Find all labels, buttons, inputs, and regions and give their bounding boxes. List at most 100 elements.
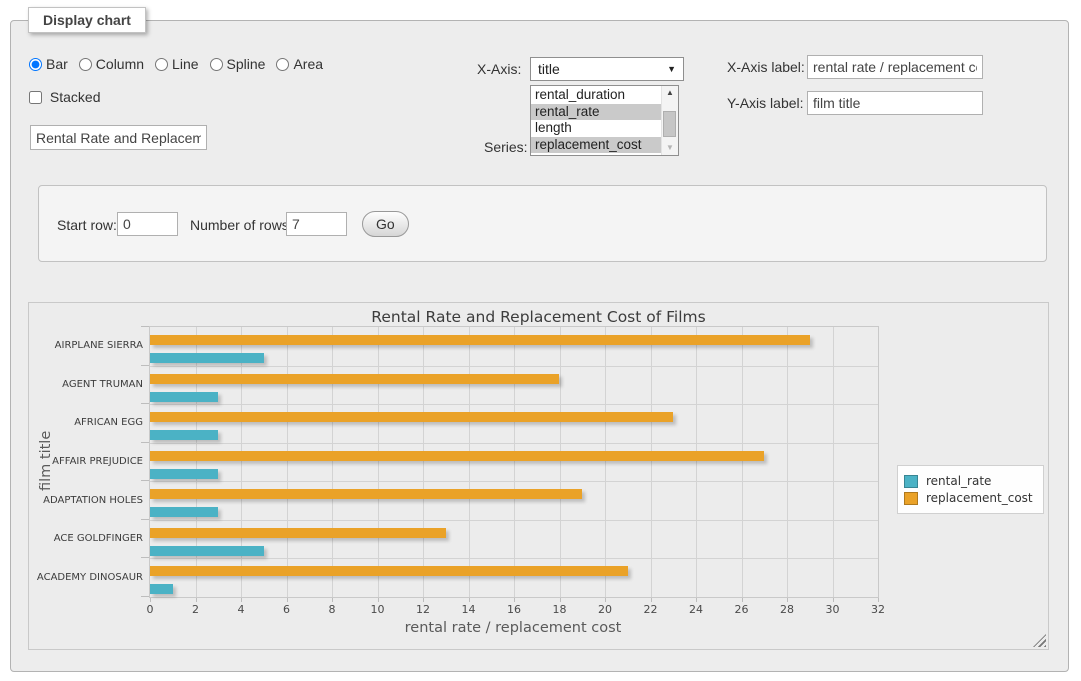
y-axis-tick: [141, 596, 149, 597]
bar-rental_rate: [150, 392, 218, 402]
gridline-vertical: [287, 327, 288, 597]
gridline-horizontal: [150, 366, 878, 367]
start-row-input[interactable]: [117, 212, 178, 236]
y-axis-tick-label: ACE GOLDFINGER: [29, 533, 143, 544]
series-listbox[interactable]: rental_durationrental_ratelengthreplacem…: [530, 85, 679, 156]
x-axis-tick-label: 18: [545, 603, 575, 616]
x-axis-select[interactable]: title ▼: [530, 57, 684, 81]
chart-type-radio-line[interactable]: [155, 58, 168, 71]
bar-replacement_cost: [150, 566, 628, 576]
x-axis-tick: [878, 598, 879, 602]
x-axis-tick: [696, 598, 697, 602]
stacked-checkbox[interactable]: [29, 91, 42, 104]
chart-type-option-area[interactable]: Area: [276, 56, 323, 72]
y-axis-label-input[interactable]: [807, 91, 983, 115]
x-axis-tick-label: 16: [499, 603, 529, 616]
chart-type-option-label: Column: [96, 56, 144, 72]
bar-replacement_cost: [150, 528, 446, 538]
chart-type-option-label: Bar: [46, 56, 68, 72]
chart-type-option-column[interactable]: Column: [79, 56, 144, 72]
stacked-option: Stacked: [29, 89, 100, 105]
x-axis-label-caption: X-Axis label:: [727, 59, 805, 75]
y-axis-tick-label: ACADEMY DINOSAUR: [29, 572, 143, 583]
x-axis-tick: [833, 598, 834, 602]
y-axis-tick: [141, 557, 149, 558]
y-axis-tick-label: ADAPTATION HOLES: [29, 495, 143, 506]
x-axis-tick-label: 30: [818, 603, 848, 616]
gridline-horizontal: [150, 481, 878, 482]
x-axis-tick-label: 22: [636, 603, 666, 616]
page: Display chart BarColumnLineSplineArea St…: [0, 0, 1081, 681]
chart-type-radio-bar[interactable]: [29, 58, 42, 71]
legend-swatch-replacement_cost: [904, 492, 918, 505]
chart-type-radio-column[interactable]: [79, 58, 92, 71]
gridline-vertical: [241, 327, 242, 597]
chart-title-input[interactable]: [30, 125, 207, 150]
series-option-rental_duration[interactable]: rental_duration: [531, 87, 662, 104]
chart-type-radio-area[interactable]: [276, 58, 289, 71]
scrollbar-thumb[interactable]: [663, 111, 676, 137]
chart-type-option-label: Area: [293, 56, 323, 72]
x-axis-tick-label: 4: [226, 603, 256, 616]
x-axis-select-label: X-Axis:: [477, 61, 521, 77]
stacked-checkbox-label[interactable]: Stacked: [29, 89, 100, 105]
x-axis-tick: [469, 598, 470, 602]
bar-replacement_cost: [150, 374, 559, 384]
gridline-horizontal: [150, 558, 878, 559]
x-axis-tick-label: 24: [681, 603, 711, 616]
number-of-rows-input[interactable]: [286, 212, 347, 236]
y-axis-tick: [141, 519, 149, 520]
resize-handle-icon[interactable]: [1033, 634, 1046, 647]
x-axis-tick: [605, 598, 606, 602]
x-axis-tick-label: 14: [454, 603, 484, 616]
legend-label: replacement_cost: [926, 491, 1033, 505]
x-axis-tick-label: 26: [727, 603, 757, 616]
bar-rental_rate: [150, 353, 264, 363]
bar-replacement_cost: [150, 451, 764, 461]
gridline-vertical: [196, 327, 197, 597]
x-axis-tick-label: 12: [408, 603, 438, 616]
bar-replacement_cost: [150, 412, 673, 422]
series-option-replacement_cost[interactable]: replacement_cost: [531, 137, 662, 154]
gridline-vertical: [651, 327, 652, 597]
stacked-label: Stacked: [50, 89, 101, 105]
chart-type-option-line[interactable]: Line: [155, 56, 198, 72]
y-axis-tick: [141, 403, 149, 404]
chart-title: Rental Rate and Replacement Cost of Film…: [29, 308, 1048, 326]
chevron-down-icon: ▼: [667, 64, 676, 74]
chart-container: Rental Rate and Replacement Cost of Film…: [28, 302, 1049, 650]
y-axis-tick-label: AFFAIR PREJUDICE: [29, 456, 143, 467]
gridline-vertical: [332, 327, 333, 597]
x-axis-tick: [196, 598, 197, 602]
chart-type-group: Bar Column Line Spline Area: [29, 56, 334, 72]
y-axis-tick: [141, 480, 149, 481]
gridline-horizontal: [150, 443, 878, 444]
x-axis-tick-label: 28: [772, 603, 802, 616]
gridline-vertical: [514, 327, 515, 597]
x-axis-label-input[interactable]: [807, 55, 983, 79]
y-axis-label-caption: Y-Axis label:: [727, 95, 804, 111]
scroll-up-icon[interactable]: ▲: [662, 86, 678, 100]
plot-area: [149, 326, 879, 598]
chart-type-option-label: Spline: [227, 56, 266, 72]
start-row-label: Start row:: [57, 217, 117, 233]
series-option-length[interactable]: length: [531, 120, 662, 137]
x-axis-tick: [378, 598, 379, 602]
number-of-rows-label: Number of rows:: [190, 217, 293, 233]
gridline-vertical: [423, 327, 424, 597]
chart-type-option-spline[interactable]: Spline: [210, 56, 266, 72]
chart-type-radio-spline[interactable]: [210, 58, 223, 71]
x-axis-tick: [560, 598, 561, 602]
series-scrollbar[interactable]: ▲ ▼: [661, 86, 678, 155]
gridline-vertical: [696, 327, 697, 597]
series-option-rental_rate[interactable]: rental_rate: [531, 104, 662, 121]
go-button[interactable]: Go: [362, 211, 409, 237]
x-axis-tick-label: 32: [863, 603, 893, 616]
x-axis-tick: [514, 598, 515, 602]
chart-legend: rental_ratereplacement_cost: [897, 465, 1044, 514]
series-options: rental_durationrental_ratelengthreplacem…: [531, 87, 662, 153]
scroll-down-icon[interactable]: ▼: [662, 141, 678, 155]
chart-type-option-bar[interactable]: Bar: [29, 56, 68, 72]
chart-x-axis-title: rental rate / replacement cost: [149, 620, 877, 636]
x-axis-tick: [787, 598, 788, 602]
